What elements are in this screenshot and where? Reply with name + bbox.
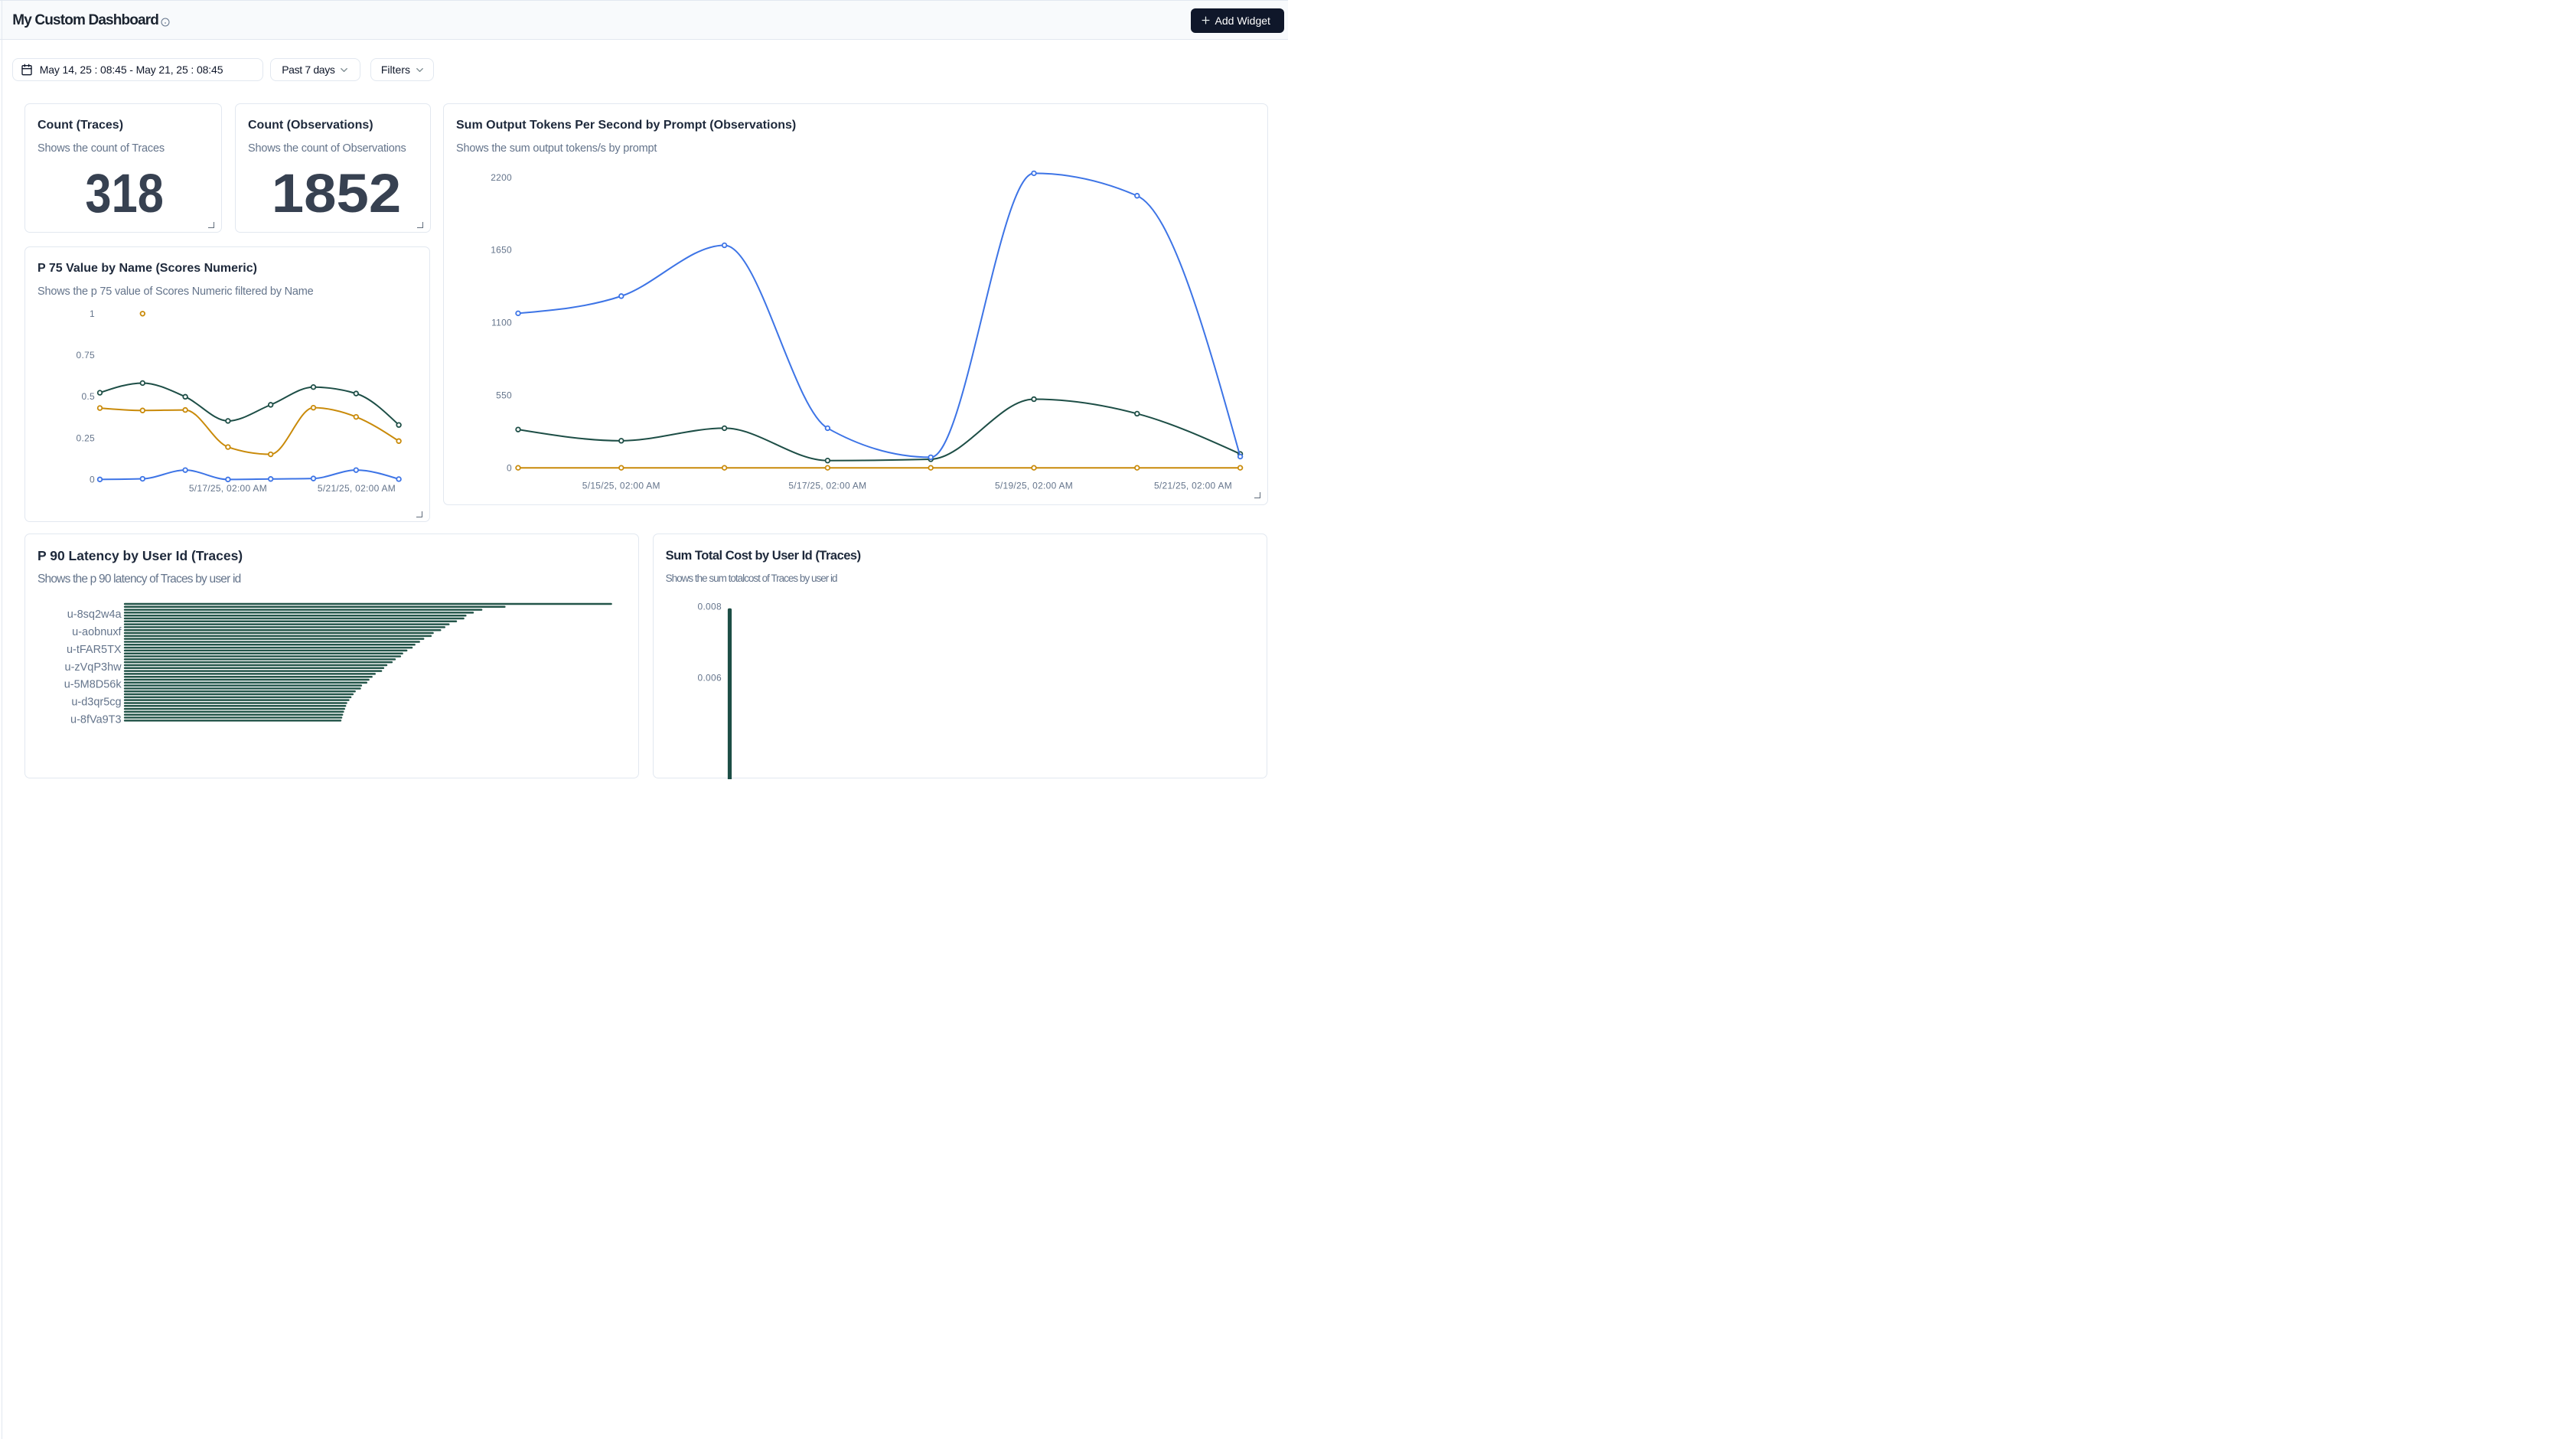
svg-text:5/15/25, 02:00 AM: 5/15/25, 02:00 AM bbox=[582, 481, 660, 491]
svg-text:5/17/25, 02:00 AM: 5/17/25, 02:00 AM bbox=[788, 481, 866, 491]
svg-text:1: 1 bbox=[90, 308, 95, 319]
svg-text:1650: 1650 bbox=[491, 245, 512, 256]
svg-text:0.5: 0.5 bbox=[81, 391, 95, 402]
svg-text:u-aobnuxf: u-aobnuxf bbox=[72, 626, 122, 638]
svg-text:u-5M8D56k: u-5M8D56k bbox=[64, 679, 122, 691]
svg-text:5/17/25, 02:00 AM: 5/17/25, 02:00 AM bbox=[189, 483, 267, 494]
svg-text:0: 0 bbox=[507, 463, 512, 474]
svg-text:u-8sq2w4a: u-8sq2w4a bbox=[67, 609, 122, 621]
svg-text:0.006: 0.006 bbox=[697, 673, 721, 684]
svg-text:0.008: 0.008 bbox=[697, 602, 721, 612]
svg-text:u-tFAR5TX: u-tFAR5TX bbox=[67, 644, 122, 656]
svg-text:5/19/25, 02:00 AM: 5/19/25, 02:00 AM bbox=[995, 481, 1073, 491]
svg-text:5/21/25, 02:00 AM: 5/21/25, 02:00 AM bbox=[318, 483, 396, 494]
svg-text:u-d3qr5cg: u-d3qr5cg bbox=[71, 697, 121, 709]
svg-text:0.25: 0.25 bbox=[77, 433, 96, 444]
svg-text:0: 0 bbox=[90, 475, 95, 485]
svg-text:u-8fVa9T3: u-8fVa9T3 bbox=[70, 714, 122, 726]
svg-text:5/21/25, 02:00 AM: 5/21/25, 02:00 AM bbox=[1154, 481, 1232, 491]
svg-text:u-zVqP3hw: u-zVqP3hw bbox=[65, 661, 122, 674]
svg-text:1100: 1100 bbox=[491, 318, 512, 328]
svg-text:550: 550 bbox=[496, 390, 512, 401]
svg-text:2200: 2200 bbox=[491, 172, 512, 183]
svg-text:0.75: 0.75 bbox=[77, 350, 96, 361]
